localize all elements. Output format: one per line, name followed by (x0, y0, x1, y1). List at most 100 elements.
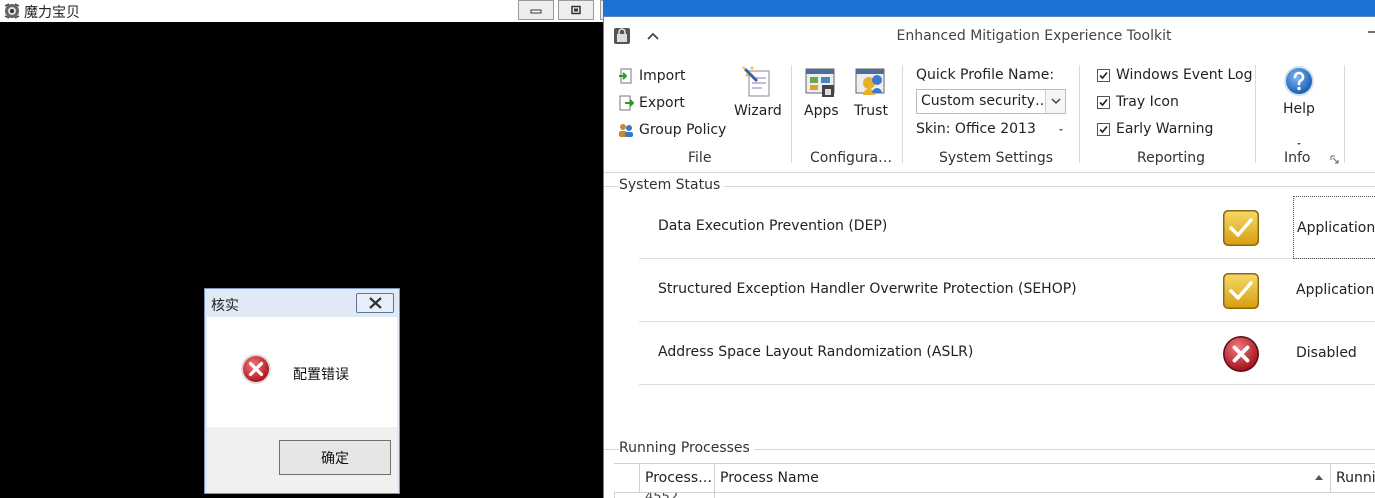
dialog-footer: 确定 (207, 427, 397, 493)
ribbon-separator (1079, 65, 1080, 163)
column-header-process-name[interactable]: Process Name (714, 464, 1330, 492)
left-minimize-button[interactable] (518, 0, 554, 20)
dialog-message: 配置错误 (293, 367, 349, 383)
minimize-icon (530, 9, 542, 14)
process-id-cell: 4552 (645, 493, 678, 498)
status-value-select[interactable]: Application Opt In (1296, 282, 1375, 298)
trust-button[interactable]: Trust (854, 65, 888, 119)
dropdown-button[interactable] (1045, 90, 1065, 113)
checkbox-box[interactable] (1097, 95, 1110, 109)
ribbon-separator (1255, 65, 1256, 163)
dialog-close-button[interactable] (356, 293, 394, 313)
left-window-title: 魔力宝贝 (24, 5, 80, 21)
dialog-title: 核实 (211, 298, 239, 314)
wizard-icon (741, 66, 770, 97)
emet-window-title: Enhanced Mitigation Experience Toolkit (896, 28, 1172, 44)
status-row[interactable]: Data Execution Prevention (DEP) Applicat… (639, 196, 1375, 259)
help-button[interactable]: Help (1283, 65, 1315, 117)
ribbon: Import Export Group Policy Wizard File A… (604, 57, 1375, 173)
checkbox-box[interactable] (1097, 122, 1110, 136)
wizard-button[interactable]: Wizard (734, 65, 782, 119)
column-header-process-id[interactable]: Process… (639, 464, 714, 492)
import-icon (619, 68, 632, 84)
apps-label: Apps (804, 103, 839, 119)
file-group-label: File (688, 150, 712, 166)
sort-ascending-icon (1315, 475, 1323, 480)
ok-button[interactable]: 确定 (279, 440, 391, 475)
group-policy-icon (619, 124, 633, 137)
status-row[interactable]: Structured Exception Handler Overwrite P… (639, 259, 1375, 322)
early-warning-checkbox[interactable]: Early Warning (1097, 121, 1213, 137)
table-row[interactable]: 4552 (614, 493, 1375, 498)
column-divider (714, 493, 715, 498)
import-label: Import (639, 68, 686, 84)
reporting-group-label: Reporting (1137, 150, 1206, 166)
checkbox-box[interactable] (1097, 68, 1110, 82)
apps-icon (805, 68, 835, 97)
chevron-down-icon[interactable] (1056, 125, 1066, 135)
help-label: Help (1283, 101, 1315, 117)
quick-profile-value: Custom security… (921, 93, 1049, 109)
emet-titlebar: Enhanced Mitigation Experience Toolkit (604, 17, 1375, 57)
help-icon (1284, 66, 1314, 96)
left-window-titlebar: 魔力宝贝 (0, 0, 640, 22)
status-label: Address Space Layout Randomization (ASLR… (658, 344, 974, 360)
checkmark-icon (1099, 98, 1108, 106)
system-status-panel: System Status Data Execution Prevention … (604, 173, 1375, 435)
import-button[interactable]: Import (618, 65, 685, 87)
app-logo-icon (4, 3, 20, 19)
left-restore-button[interactable] (558, 0, 594, 20)
emet-window: Enhanced Mitigation Experience Toolkit I… (603, 16, 1375, 498)
group-policy-label: Group Policy (639, 122, 727, 138)
early-warning-label: Early Warning (1116, 121, 1214, 137)
error-icon (1223, 336, 1259, 372)
quick-profile-label: Quick Profile Name: (916, 67, 1055, 83)
checkmark-icon (1099, 71, 1108, 79)
configuration-group-label: Configura… (810, 150, 893, 166)
check-icon (1223, 210, 1259, 246)
group-policy-button[interactable]: Group Policy (618, 119, 726, 141)
wizard-label: Wizard (734, 103, 782, 119)
status-value-select[interactable]: Disabled (1296, 345, 1357, 361)
chevron-down-icon[interactable] (1295, 141, 1303, 147)
export-button[interactable]: Export (618, 92, 685, 114)
status-label: Structured Exception Handler Overwrite P… (658, 281, 1077, 297)
running-processes-header: Running Processes (619, 440, 754, 456)
status-row[interactable]: Address Space Layout Randomization (ASLR… (639, 322, 1375, 385)
tray-icon-checkbox[interactable]: Tray Icon (1097, 94, 1179, 110)
restore-icon (571, 5, 581, 15)
ribbon-separator (791, 65, 792, 163)
error-icon (241, 354, 271, 384)
dialog-titlebar: 核实 (205, 289, 399, 317)
chevron-down-icon (1051, 98, 1061, 105)
minimize-icon[interactable] (1368, 26, 1375, 38)
dialog-launcher-icon[interactable] (1330, 155, 1340, 165)
status-value-select[interactable]: Application Opt In (1293, 196, 1375, 259)
info-group-label: Info (1284, 150, 1311, 166)
error-dialog: 核实 配置错误 确定 (204, 288, 400, 494)
trust-icon (855, 68, 885, 95)
left-app-window: 魔力宝贝 核实 配置错误 确定 (0, 0, 640, 498)
apps-button[interactable]: Apps (804, 65, 839, 119)
tray-icon-label: Tray Icon (1116, 94, 1179, 110)
export-label: Export (639, 95, 685, 111)
trust-label: Trust (854, 103, 888, 119)
dialog-body: 配置错误 (207, 317, 397, 427)
ribbon-separator (1344, 65, 1345, 163)
windows-event-log-checkbox[interactable]: Windows Event Log (1097, 67, 1253, 83)
skin-selector[interactable]: Skin: Office 2013 (916, 121, 1036, 137)
windows-event-log-label: Windows Event Log (1116, 67, 1253, 83)
process-table-header: Process… Process Name Runnin… (614, 463, 1375, 493)
checkmark-icon (1099, 125, 1108, 133)
running-processes-panel: Running Processes Process… Process Name … (604, 435, 1375, 498)
check-icon (1223, 273, 1259, 309)
emet-window-border (603, 0, 1375, 16)
system-settings-group-label: System Settings (939, 150, 1054, 166)
column-header-running[interactable]: Runnin… (1330, 464, 1375, 492)
system-status-header: System Status (619, 177, 725, 193)
export-icon (619, 95, 634, 111)
close-icon (369, 297, 382, 309)
quick-profile-select[interactable]: Custom security… (916, 89, 1066, 114)
ribbon-separator (902, 65, 903, 163)
status-label: Data Execution Prevention (DEP) (658, 218, 888, 234)
